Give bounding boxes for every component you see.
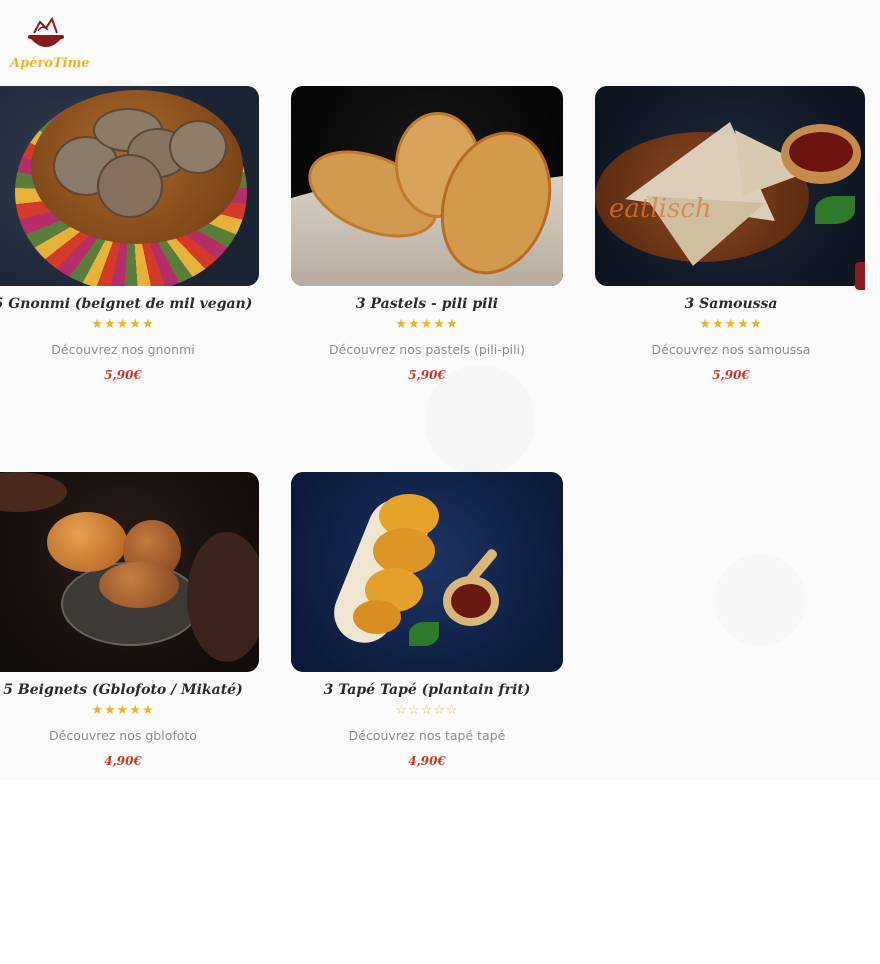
product-image-tape-tape[interactable]	[291, 472, 563, 672]
brand-name: ApéroTime	[10, 56, 90, 71]
rating-stars: ☆☆☆☆☆	[395, 703, 459, 718]
product-image-beignets[interactable]	[0, 472, 259, 672]
product-card[interactable]: 3 Pastels - pili pili ★★★★★ Découvrez no…	[291, 86, 563, 382]
product-description: Découvrez nos gnonmi	[51, 342, 195, 357]
rating-stars: ★★★★★	[395, 317, 459, 332]
image-watermark-text: eatlisch	[609, 194, 712, 224]
product-image-samoussa[interactable]: eatlisch	[595, 86, 865, 286]
product-description: Découvrez nos gblofoto	[49, 728, 197, 743]
product-title[interactable]: 3 Tapé Tapé (plantain frit)	[291, 682, 563, 698]
product-price: 4,90€	[408, 754, 446, 768]
rating-stars: ★★★★★	[91, 317, 155, 332]
product-card[interactable]: 5 Beignets (Gblofoto / Mikaté) ★★★★★ Déc…	[0, 472, 259, 768]
side-panel-tab[interactable]	[855, 262, 865, 290]
product-description: Découvrez nos samoussa	[651, 342, 811, 357]
site-logo[interactable]: ApéroTime	[8, 14, 90, 78]
product-price: 4,90€	[104, 754, 142, 768]
product-price: 5,90€	[408, 368, 446, 382]
product-title[interactable]: 3 Pastels - pili pili	[291, 296, 563, 312]
rating-stars: ★★★★★	[699, 317, 763, 332]
product-title[interactable]: 3 Samoussa	[595, 296, 867, 312]
product-card[interactable]: eatlisch 3 Samoussa ★★★★★ Découvrez nos …	[595, 86, 867, 382]
product-description: Découvrez nos pastels (pili-pili)	[329, 342, 525, 357]
product-title[interactable]: 5 Beignets (Gblofoto / Mikaté)	[0, 682, 259, 698]
cooking-pot-icon	[28, 16, 64, 47]
product-image-pastels[interactable]	[291, 86, 563, 286]
product-image-gnonmi[interactable]	[0, 86, 259, 286]
rating-stars: ★★★★★	[91, 703, 155, 718]
product-card[interactable]: 5 Gnonmi (beignet de mil vegan) ★★★★★ Dé…	[0, 86, 259, 382]
product-title[interactable]: 5 Gnonmi (beignet de mil vegan)	[0, 296, 259, 312]
product-card[interactable]: 3 Tapé Tapé (plantain frit) ☆☆☆☆☆ Découv…	[291, 472, 563, 768]
product-price: 5,90€	[712, 368, 750, 382]
product-description: Découvrez nos tapé tapé	[348, 728, 506, 743]
product-price: 5,90€	[104, 368, 142, 382]
